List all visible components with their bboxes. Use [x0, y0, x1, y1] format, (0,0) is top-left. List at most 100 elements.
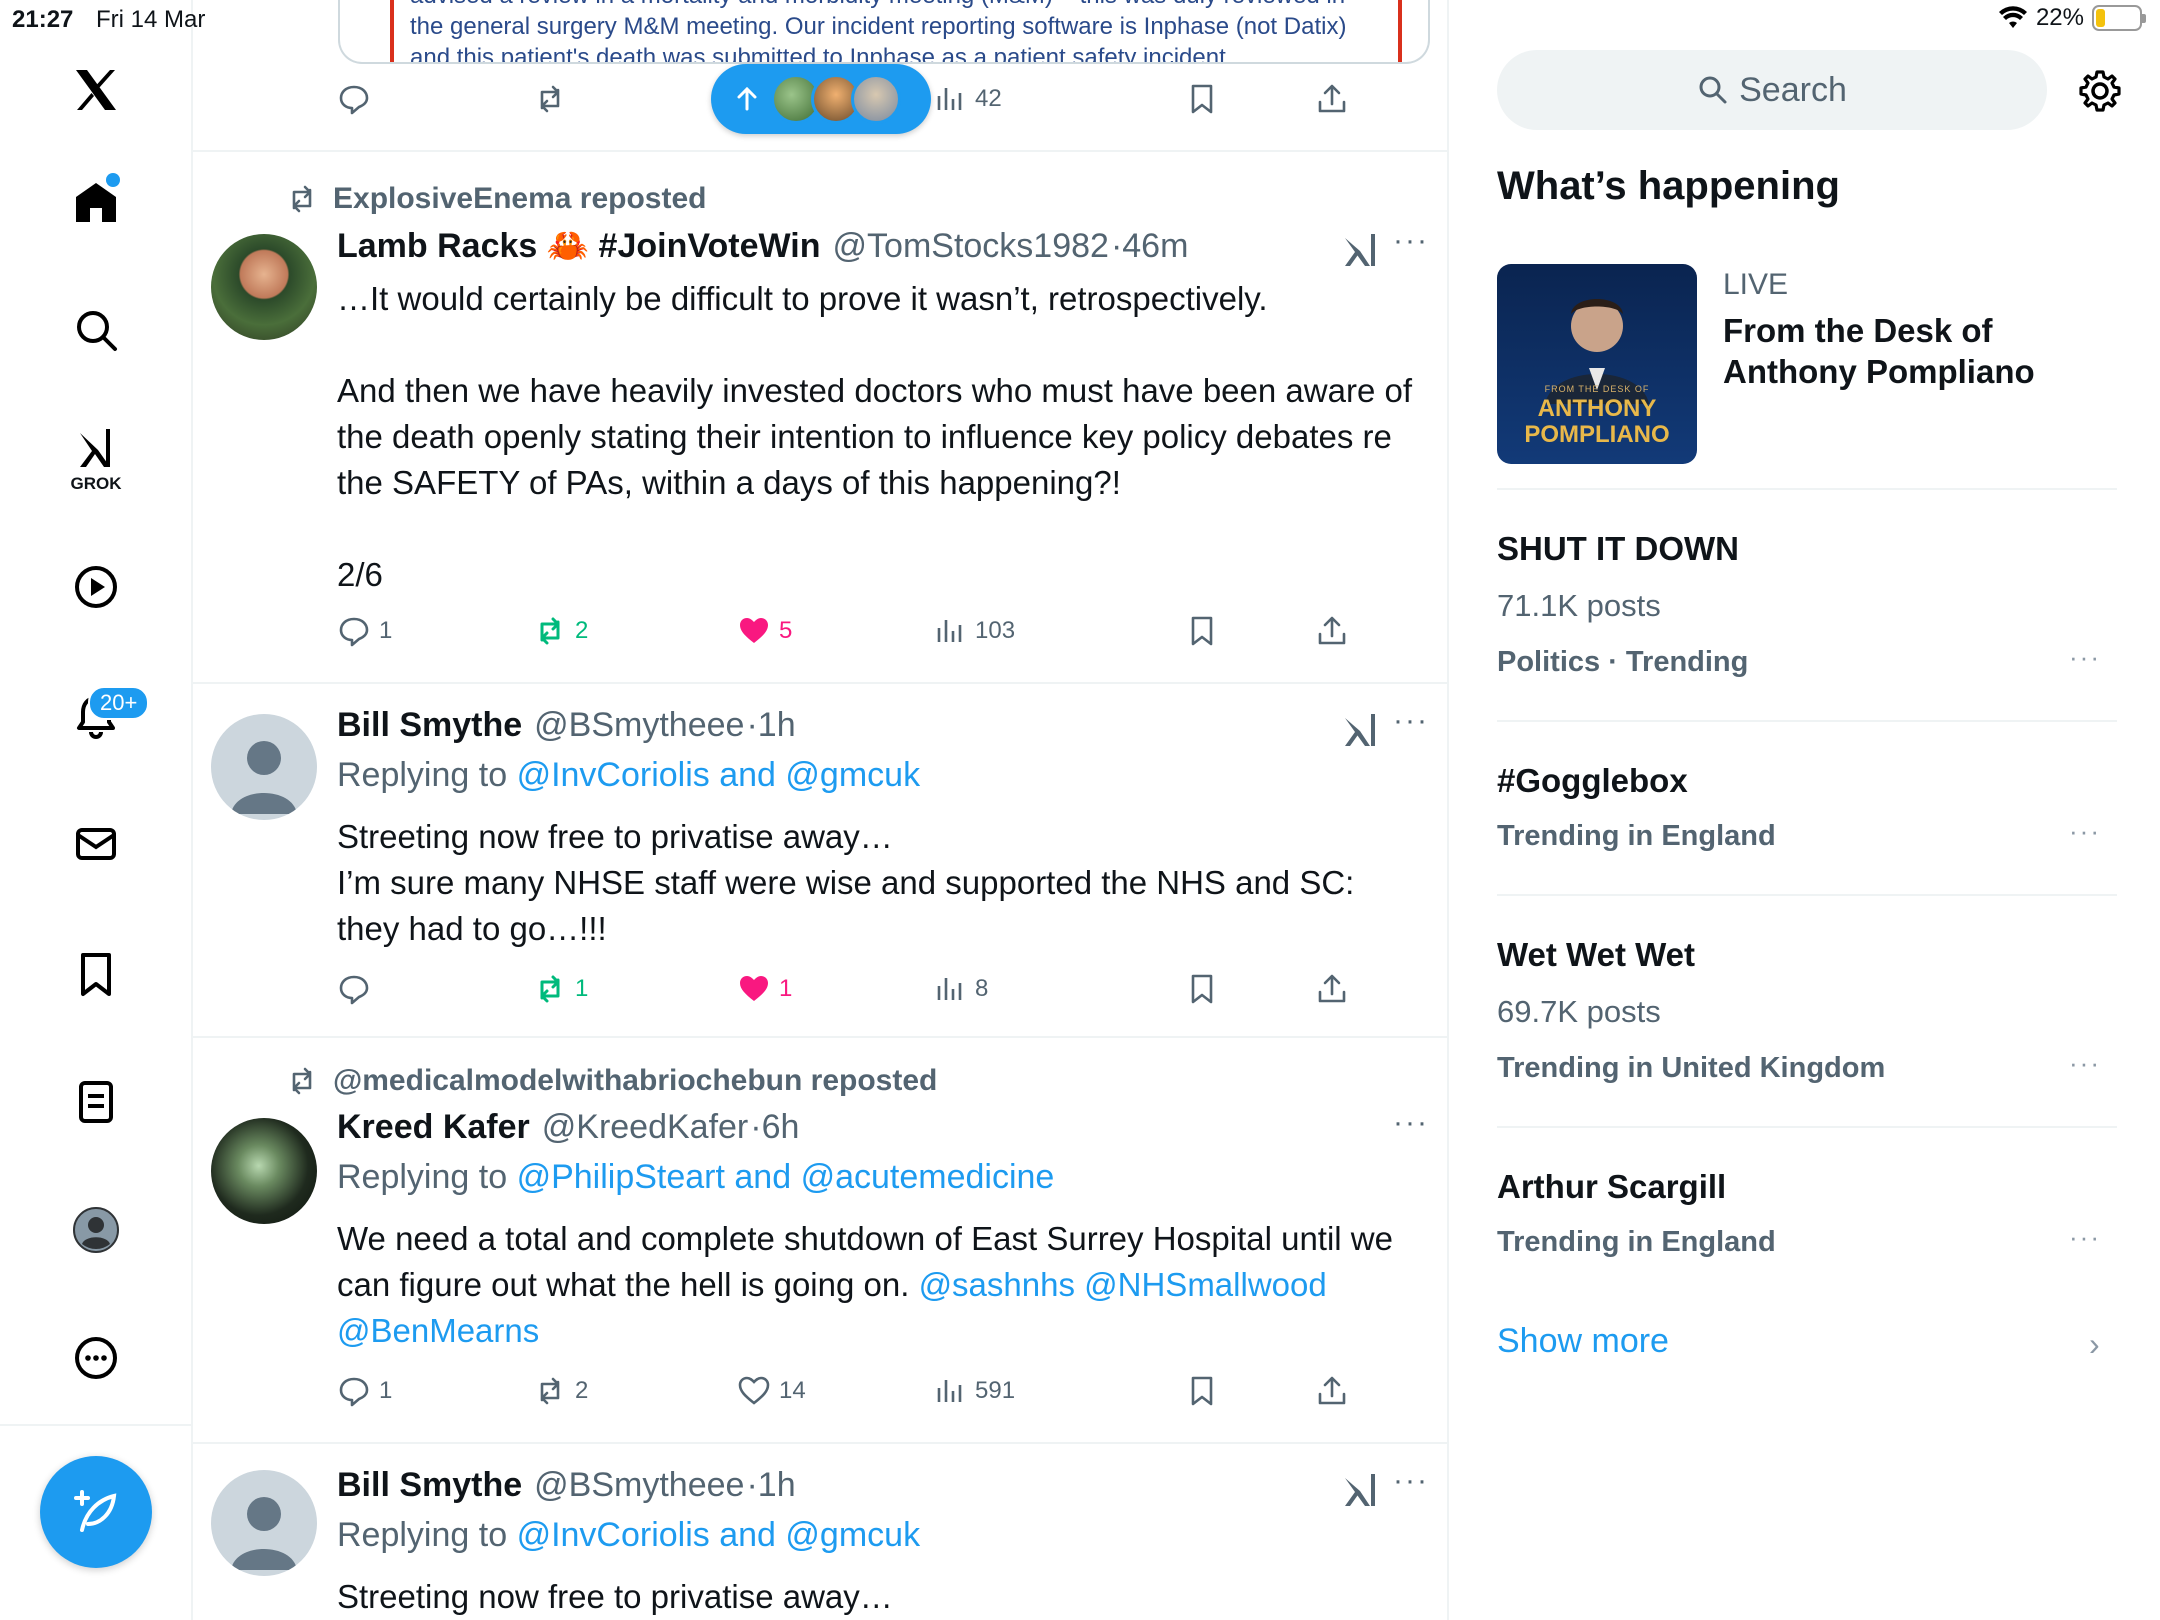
grok-explain-icon[interactable] [1341, 1470, 1381, 1510]
author-name[interactable]: Kreed Kafer [337, 1108, 530, 1147]
bookmarks-icon[interactable] [52, 930, 140, 1018]
trend-context: Trending in England [1497, 1226, 1776, 1258]
replying-to-line: Replying to @PhilipSteart and @acutemedi… [337, 1158, 1054, 1197]
post-more-menu[interactable]: ··· [1393, 224, 1429, 258]
views-count: 8 [975, 975, 989, 1002]
share-button[interactable] [1315, 1374, 1349, 1408]
default-avatar-icon [231, 1497, 297, 1570]
post-text-para: Streeting now free to privatise away… [337, 1578, 893, 1615]
post-time[interactable]: 1h [758, 706, 796, 745]
post-time[interactable]: 1h [758, 1466, 796, 1505]
more-options-icon[interactable] [52, 1314, 140, 1402]
show-more-link[interactable]: Show more [1497, 1322, 1669, 1361]
x-logo-icon[interactable] [52, 46, 140, 134]
search-input[interactable]: Search [1497, 50, 2047, 130]
post-more-menu[interactable]: ··· [1393, 704, 1429, 738]
post-card[interactable]: @medicalmodelwithabriochebun reposted Kr… [193, 1036, 1447, 1442]
share-button[interactable] [1315, 614, 1349, 648]
share-button[interactable] [1315, 972, 1349, 1006]
share-icon [1318, 974, 1346, 1003]
bookmark-button[interactable] [1185, 972, 1219, 1006]
video-icon[interactable] [52, 543, 140, 631]
trend-item[interactable]: Arthur Scargill Trending in England ··· [1497, 1128, 2117, 1302]
views-button[interactable]: 591 [933, 1374, 1015, 1408]
lists-icon[interactable] [52, 1058, 140, 1146]
heart-filled-icon [740, 618, 768, 643]
post-card[interactable]: Bill Smythe @BSmytheee · 1h ··· Replying… [193, 1442, 1447, 1620]
repost-icon [540, 975, 560, 1003]
repost-button[interactable] [533, 82, 567, 116]
repost-button[interactable]: 2 [533, 614, 588, 648]
reply-button[interactable] [337, 82, 371, 116]
trend-more-menu[interactable]: ··· [2069, 1048, 2101, 1079]
profile-avatar-icon[interactable] [52, 1186, 140, 1274]
trend-item[interactable]: Wet Wet Wet 69.7K posts Trending in Unit… [1497, 896, 2117, 1128]
author-name[interactable]: Lamb Racks 🦀 #JoinVoteWin [337, 226, 821, 266]
trend-more-menu[interactable]: ··· [2069, 816, 2101, 847]
post-card[interactable]: ExplosiveEnema reposted Lamb Racks 🦀 #Jo… [193, 150, 1447, 682]
views-button[interactable]: 42 [933, 82, 1002, 116]
trend-more-menu[interactable]: ··· [2069, 1222, 2101, 1253]
author-avatar[interactable] [211, 234, 317, 340]
author-handle[interactable]: @BSmytheee [534, 1466, 744, 1505]
bookmark-button[interactable] [1185, 1374, 1219, 1408]
trend-item[interactable]: #Gogglebox Trending in England ··· [1497, 722, 2117, 896]
views-chart-icon [937, 978, 962, 1000]
author-name[interactable]: Bill Smythe [337, 1466, 522, 1505]
grok-explain-icon[interactable] [1341, 230, 1381, 270]
heart-filled-icon [740, 976, 768, 1001]
live-event-card[interactable]: FROM THE DESK OF ANTHONY POMPLIANO LIVE … [1497, 264, 2117, 490]
compose-post-button[interactable] [40, 1456, 152, 1568]
grok-icon[interactable]: GROK [52, 412, 140, 500]
home-icon[interactable] [52, 158, 140, 246]
repost-button[interactable]: 1 [533, 972, 588, 1006]
author-handle[interactable]: @KreedKafer [542, 1108, 749, 1147]
like-count: 14 [779, 1377, 806, 1404]
reply-button[interactable]: 1 [337, 614, 392, 648]
share-button[interactable] [1315, 82, 1349, 116]
post-text-para: I’m sure many NHSE staff were wise and s… [337, 864, 1355, 947]
search-nav-icon[interactable] [52, 286, 140, 374]
author-avatar[interactable] [211, 1118, 317, 1224]
author-handle[interactable]: @TomStocks1982 [833, 227, 1109, 266]
like-button[interactable]: 14 [737, 1374, 806, 1408]
compose-feather-icon [74, 1490, 117, 1532]
replying-to-handles[interactable]: @InvCoriolis and @gmcuk [517, 756, 921, 794]
post-card[interactable]: Bill Smythe @BSmytheee · 1h ··· Replying… [193, 682, 1447, 1036]
post-more-menu[interactable]: ··· [1393, 1464, 1429, 1498]
search-placeholder: Search [1739, 70, 1847, 109]
like-button[interactable]: 5 [737, 614, 792, 648]
trend-more-menu[interactable]: ··· [2069, 642, 2101, 673]
author-handle[interactable]: @BSmytheee [534, 706, 744, 745]
replying-to-handles[interactable]: @PhilipSteart and @acutemedicine [517, 1158, 1055, 1196]
author-line: Lamb Racks 🦀 #JoinVoteWin @TomStocks1982… [337, 226, 1188, 266]
post-text-para: Streeting now free to privatise away… [337, 818, 893, 855]
bookmark-button[interactable] [1185, 82, 1219, 116]
gear-icon[interactable] [2077, 68, 2123, 114]
whats-happening-heading: What’s happening [1497, 164, 1840, 208]
views-button[interactable]: 8 [933, 972, 988, 1006]
chevron-right-icon: › [2089, 1326, 2100, 1362]
post-time[interactable]: 46m [1122, 227, 1188, 266]
post-more-menu[interactable]: ··· [1393, 1106, 1429, 1140]
share-icon [1318, 84, 1346, 113]
bookmark-button[interactable] [1185, 614, 1219, 648]
author-avatar[interactable] [211, 714, 317, 820]
messages-envelope-icon[interactable] [52, 800, 140, 888]
reply-button[interactable] [337, 972, 371, 1006]
new-posts-pill[interactable] [711, 64, 931, 134]
replying-to-prefix: Replying to [337, 756, 508, 794]
notifications-badge: 20+ [88, 686, 150, 720]
replying-to-handles[interactable]: @InvCoriolis and @gmcuk [517, 1516, 921, 1554]
views-button[interactable]: 103 [933, 614, 1015, 648]
main-timeline: advised a review in a mortality and morb… [193, 0, 1449, 1620]
grok-explain-icon[interactable] [1341, 710, 1381, 750]
author-name[interactable]: Bill Smythe [337, 706, 522, 745]
repost-button[interactable]: 2 [533, 1374, 588, 1408]
post-actions-bar: 1 1 8 [337, 972, 1357, 1016]
post-time[interactable]: 6h [762, 1108, 800, 1147]
like-button[interactable]: 1 [737, 972, 792, 1006]
reply-button[interactable]: 1 [337, 1374, 392, 1408]
trend-item[interactable]: SHUT IT DOWN 71.1K posts Politics · Tren… [1497, 490, 2117, 722]
author-avatar[interactable] [211, 1470, 317, 1576]
